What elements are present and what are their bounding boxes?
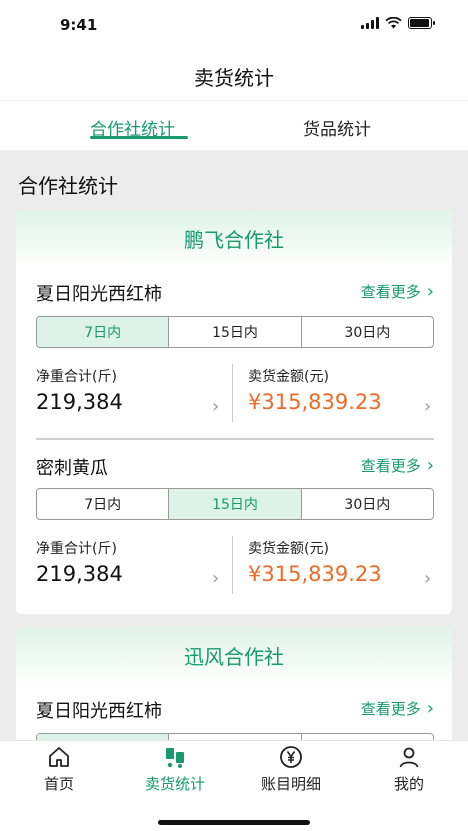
bottom-nav-accounts[interactable]: 账目明细 xyxy=(246,745,336,794)
chevron-right-icon: › xyxy=(424,396,432,417)
view-more-link[interactable]: 查看更多 › xyxy=(361,698,434,719)
bottom-nav: 首页 卖货统计 账目明细 我的 xyxy=(0,740,468,831)
bottom-nav-home[interactable]: 首页 xyxy=(14,745,104,794)
nav-bar: 卖货统计 xyxy=(0,52,468,100)
battery-icon xyxy=(408,17,435,29)
stat-divider xyxy=(232,536,233,594)
bottom-nav-label: 卖货统计 xyxy=(144,775,205,793)
bottom-nav-sales[interactable]: 卖货统计 xyxy=(130,745,220,794)
bottom-nav-profile[interactable]: 我的 xyxy=(364,745,454,794)
section-title: 合作社统计 xyxy=(18,174,118,198)
sales-amount-label: 卖货金额(元) xyxy=(248,369,329,385)
yen-coin-icon xyxy=(280,746,302,768)
period-option-30d[interactable]: 30日内 xyxy=(302,489,433,519)
chevron-right-icon: › xyxy=(426,697,434,719)
bottom-nav-label: 首页 xyxy=(43,775,74,793)
signal-icon xyxy=(361,17,379,29)
view-more-label: 查看更多 xyxy=(360,283,421,301)
period-option-7d[interactable]: 7日内 xyxy=(37,489,170,519)
tab-goods-stats[interactable]: 货品统计 xyxy=(303,115,371,140)
status-time: 9:41 xyxy=(60,16,98,34)
cooperative-header: 鹏飞合作社 xyxy=(16,210,452,266)
net-weight-stat[interactable]: 净重合计(斤) 219,384 › xyxy=(36,366,226,422)
home-icon xyxy=(49,747,69,767)
wifi-icon xyxy=(385,17,402,29)
product-name: 夏日阳光西红柿 xyxy=(36,284,162,305)
net-weight-value: 219,384 xyxy=(36,562,123,586)
period-selector: 7日内 15日内 30日内 xyxy=(36,488,434,520)
net-weight-label: 净重合计(斤) xyxy=(36,369,117,385)
sales-amount-stat[interactable]: 卖货金额(元) ¥315,839.23 › xyxy=(248,538,438,594)
product-name: 密刺黄瓜 xyxy=(36,458,108,479)
product-section: 夏日阳光西红柿 查看更多 › 7日内 15日内 30日内 净重合计(斤) 219… xyxy=(16,266,452,440)
chevron-right-icon: › xyxy=(426,280,434,302)
view-more-link[interactable]: 查看更多 › xyxy=(361,281,434,302)
page-title: 卖货统计 xyxy=(194,65,274,90)
product-name: 夏日阳光西红柿 xyxy=(36,701,162,722)
view-more-label: 查看更多 xyxy=(360,700,421,718)
view-more-link[interactable]: 查看更多 › xyxy=(361,455,434,476)
sales-amount-value: ¥315,839.23 xyxy=(248,390,382,414)
sales-stats-icon xyxy=(166,748,184,768)
net-weight-value: 219,384 xyxy=(36,390,123,414)
period-option-7d[interactable]: 7日内 xyxy=(37,317,170,347)
view-more-label: 查看更多 xyxy=(360,457,421,475)
bottom-nav-label: 账目明细 xyxy=(260,775,321,793)
stat-divider xyxy=(232,364,233,422)
product-section: 密刺黄瓜 查看更多 › 7日内 15日内 30日内 净重合计(斤) 219,38… xyxy=(16,440,452,614)
period-selector: 7日内 15日内 30日内 xyxy=(36,316,434,348)
net-weight-stat[interactable]: 净重合计(斤) 219,384 › xyxy=(36,538,226,594)
chevron-right-icon: › xyxy=(426,454,434,476)
chevron-right-icon: › xyxy=(212,568,220,589)
cooperative-header: 迅风合作社 xyxy=(16,627,452,683)
chevron-right-icon: › xyxy=(212,396,220,417)
sales-amount-value: ¥315,839.23 xyxy=(248,562,382,586)
chevron-right-icon: › xyxy=(424,568,432,589)
period-option-30d[interactable]: 30日内 xyxy=(302,317,433,347)
period-option-15d[interactable]: 15日内 xyxy=(169,489,302,519)
sales-amount-stat[interactable]: 卖货金额(元) ¥315,839.23 › xyxy=(248,366,438,422)
cooperative-name: 迅风合作社 xyxy=(184,644,284,669)
net-weight-label: 净重合计(斤) xyxy=(36,541,117,557)
cooperative-name: 鹏飞合作社 xyxy=(184,227,284,252)
cooperative-card: 鹏飞合作社 夏日阳光西红柿 查看更多 › 7日内 15日内 30日内 净重合计(… xyxy=(16,210,452,614)
tab-bar: 合作社统计 货品统计 xyxy=(0,100,468,150)
period-option-15d[interactable]: 15日内 xyxy=(169,317,302,347)
home-indicator xyxy=(158,820,310,825)
active-tab-indicator xyxy=(90,136,188,139)
user-icon xyxy=(399,747,419,768)
bottom-nav-label: 我的 xyxy=(393,775,424,793)
status-icons xyxy=(361,17,435,29)
status-bar: 9:41 xyxy=(0,0,468,52)
sales-amount-label: 卖货金额(元) xyxy=(248,541,329,557)
